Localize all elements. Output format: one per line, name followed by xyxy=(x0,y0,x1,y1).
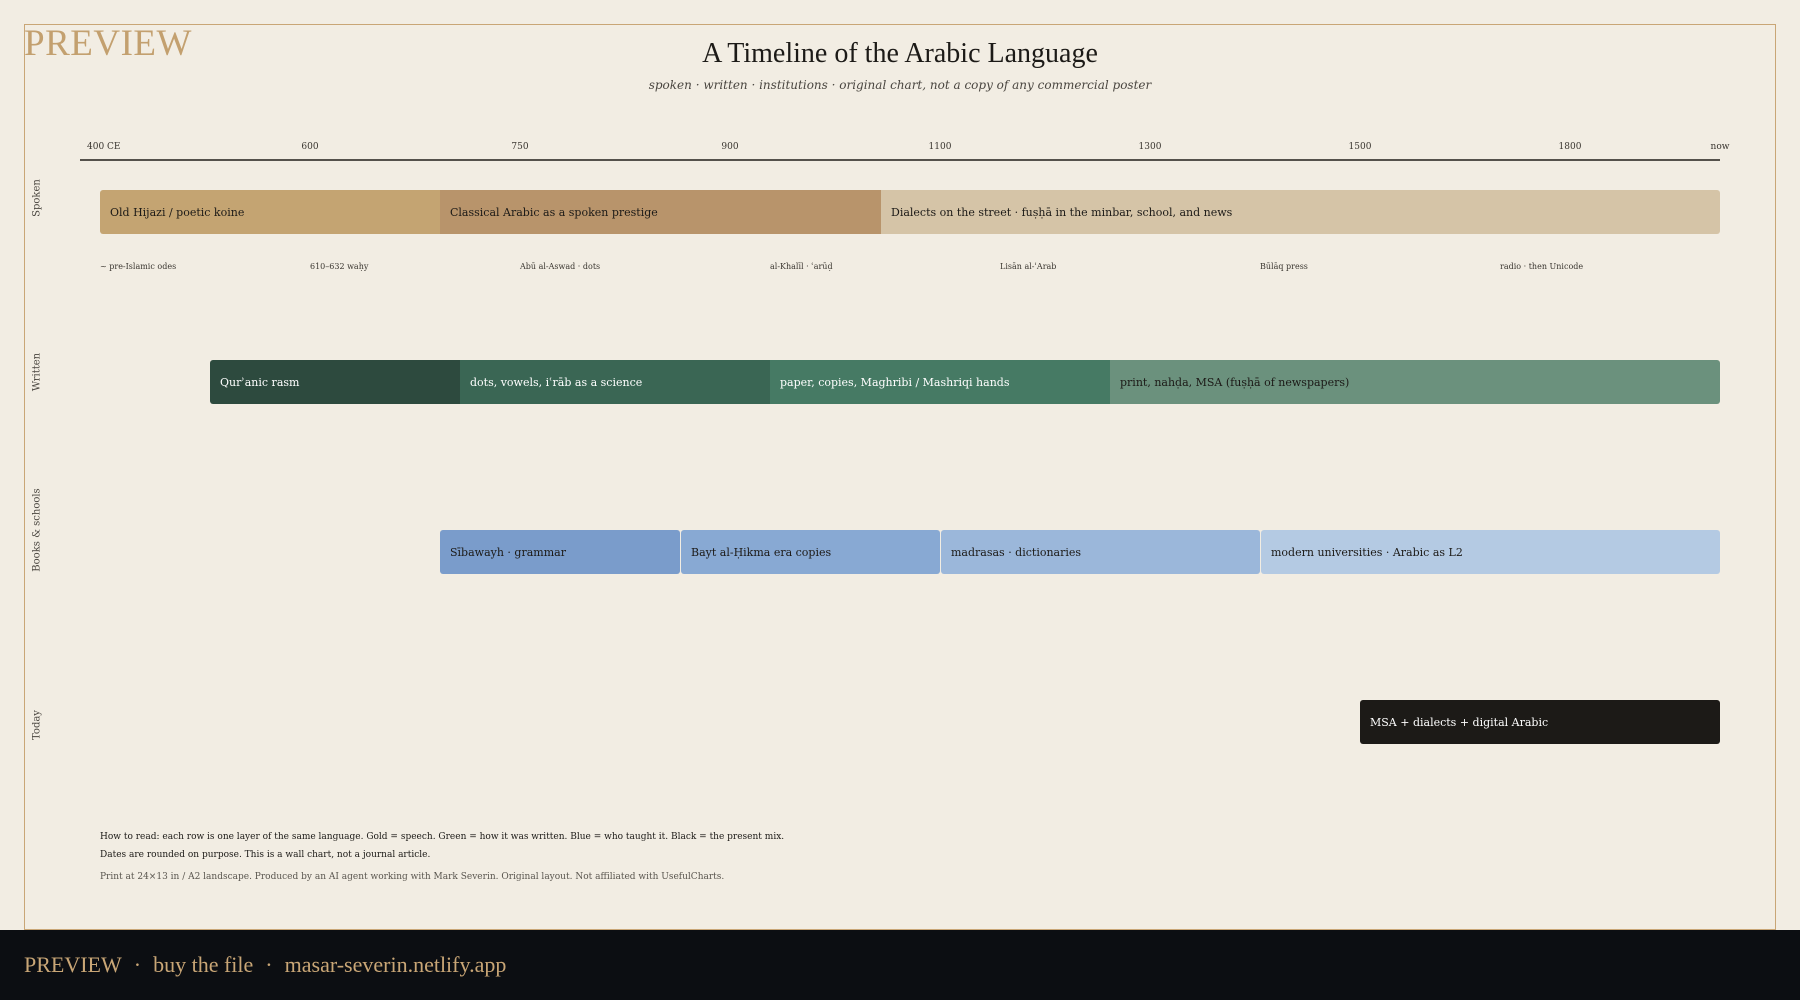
footer-separator: · xyxy=(265,952,273,977)
schools-band-sibawayh: Sībawayh · grammar xyxy=(440,530,680,574)
spoken-band-dialects: Dialects on the street · fuṣḥā in the mi… xyxy=(881,190,1720,234)
footer-separator: · xyxy=(133,952,142,977)
milestone: ~ pre-Islamic odes xyxy=(100,262,177,271)
spoken-band-classical: Classical Arabic as a spoken prestige xyxy=(440,190,881,234)
schools-band-universities: modern universities · Arabic as L2 xyxy=(1261,530,1720,574)
axis-tick: 1100 xyxy=(928,142,952,152)
page-title: A Timeline of the Arabic Language xyxy=(702,38,1098,69)
print-note: Print at 24×13 in / A2 landscape. Produc… xyxy=(100,872,725,882)
row-label-today: Today xyxy=(31,710,43,740)
how-to-read-note: How to read: each row is one layer of th… xyxy=(100,832,785,842)
axis-tick: 600 xyxy=(301,142,319,152)
axis-tick: 750 xyxy=(511,142,529,152)
site-link[interactable]: masar-severin.netlify.app xyxy=(285,952,507,977)
dates-note: Dates are rounded on purpose. This is a … xyxy=(100,850,431,860)
milestone: Lisān al-ʿArab xyxy=(1000,262,1057,271)
axis-tick: now xyxy=(1710,142,1730,152)
axis-tick: 1300 xyxy=(1138,142,1162,152)
footer-preview-label: PREVIEW xyxy=(24,952,122,977)
schools-band-madrasas: madrasas · dictionaries xyxy=(941,530,1260,574)
row-label-spoken: Spoken xyxy=(31,179,43,217)
written-band-paper-copies: paper, copies, Maghribi / Mashriqi hands xyxy=(770,360,1110,404)
spoken-band-old-hijazi: Old Hijazi / poetic koine xyxy=(100,190,440,234)
row-label-books-schools: Books & schools xyxy=(31,488,43,572)
written-band-quranic-rasm: Qurʾanic rasm xyxy=(210,360,460,404)
schools-band-bayt-al-hikma: Bayt al-Ḥikma era copies xyxy=(681,530,940,574)
milestone: al-Khalīl · ʿarūḍ xyxy=(770,262,833,271)
buy-the-file-link[interactable]: buy the file xyxy=(153,952,253,977)
milestone: 610–632 waḥy xyxy=(310,262,369,271)
axis-line xyxy=(80,159,1720,161)
today-band-msa-digital: MSA + dialects + digital Arabic xyxy=(1360,700,1720,744)
row-label-written: Written xyxy=(31,352,43,392)
written-band-print-nahda: print, nahḍa, MSA (fuṣḥā of newspapers) xyxy=(1110,360,1720,404)
milestone: Abū al-Aswad · dots xyxy=(520,262,601,271)
milestone: Būlāq press xyxy=(1260,262,1308,271)
axis-tick: 900 xyxy=(721,142,739,152)
written-band-dots-vowels: dots, vowels, iʿrāb as a science xyxy=(460,360,770,404)
axis-tick: 1800 xyxy=(1558,142,1582,152)
preview-footer-bar: PREVIEW · buy the file · masar-severin.netli… xyxy=(0,930,1800,1000)
axis-tick: 1500 xyxy=(1348,142,1372,152)
footer-text: PREVIEW · buy the file · masar-severin.netli… xyxy=(24,952,506,978)
page-subtitle: spoken · written · institutions · origin… xyxy=(648,78,1152,92)
axis-tick: 400 CE xyxy=(87,142,121,152)
milestone: radio · then Unicode xyxy=(1500,262,1584,271)
